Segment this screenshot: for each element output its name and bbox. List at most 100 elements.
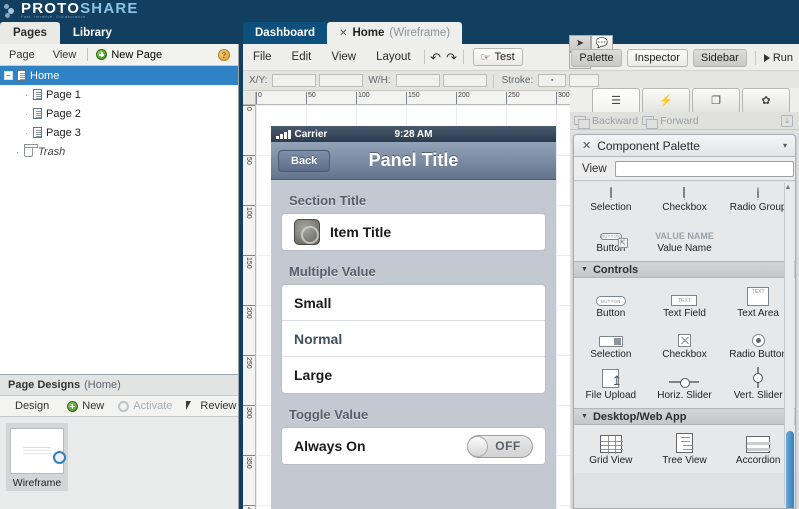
new-page-button[interactable]: New Page bbox=[90, 49, 168, 61]
tab-home-sub: (Wireframe) bbox=[389, 27, 451, 39]
inspector-button[interactable]: Inspector bbox=[626, 49, 688, 67]
menu-view[interactable]: View bbox=[321, 51, 366, 63]
stroke-extra-input[interactable] bbox=[569, 74, 600, 87]
new-design-button[interactable]: New bbox=[60, 400, 111, 412]
bullet-icon: · bbox=[25, 108, 28, 119]
expander-icon[interactable]: – bbox=[4, 71, 13, 80]
design-card-wireframe[interactable]: Wireframe bbox=[6, 423, 68, 491]
help-icon[interactable]: ? bbox=[218, 49, 230, 61]
tree-item-page-2[interactable]: · Page 2 bbox=[0, 104, 238, 123]
palette-item-label: File Upload bbox=[585, 390, 637, 401]
palette-item-file-upload[interactable]: File Upload bbox=[574, 364, 648, 403]
design-menu[interactable]: Design bbox=[8, 400, 56, 412]
ruler-h-tick: 100 bbox=[356, 92, 370, 104]
vertical-slider-icon bbox=[752, 366, 764, 388]
palette-item-button[interactable]: BUTTON Button bbox=[574, 282, 648, 321]
activate-design-button[interactable]: Activate bbox=[111, 400, 179, 412]
w-input[interactable] bbox=[395, 74, 440, 87]
dock-tab-layers-icon[interactable]: ❐ bbox=[692, 88, 740, 112]
palette-item-value-name[interactable]: VALUE NAME Value Name bbox=[648, 217, 722, 256]
hand-pointer-icon: ☞ bbox=[480, 51, 491, 64]
palette-item-checkbox[interactable]: ⇱ Checkbox bbox=[648, 182, 722, 215]
list-item[interactable]: Small bbox=[282, 285, 545, 321]
ruler-h-tick: 250 bbox=[506, 92, 520, 104]
ruler-v-tick: 250 bbox=[243, 355, 255, 369]
mobile-wireframe[interactable]: Carrier 9:28 AM Back Panel Title Section… bbox=[271, 126, 556, 509]
sidebar-button[interactable]: Sidebar bbox=[692, 49, 747, 67]
checkbox-icon bbox=[677, 325, 691, 347]
x-input[interactable] bbox=[272, 74, 317, 87]
list-item[interactable]: Always On OFF bbox=[282, 428, 545, 464]
y-input[interactable] bbox=[319, 74, 364, 87]
vertical-ruler: 0 50 100 150 200 250 300 350 400 bbox=[243, 105, 256, 509]
scroll-up-arrow-icon[interactable]: ▲ bbox=[783, 183, 793, 193]
palette-group-header-controls[interactable]: ▼ Controls bbox=[574, 261, 795, 278]
menu-file[interactable]: File bbox=[243, 51, 282, 63]
close-icon[interactable]: ✕ bbox=[339, 28, 347, 39]
editor-right-buttons: Palette Inspector Sidebar Run bbox=[571, 49, 793, 67]
tab-library[interactable]: Library bbox=[60, 22, 125, 44]
section-label-toggle-value: Toggle Value bbox=[289, 407, 369, 422]
selection-icon bbox=[598, 325, 623, 347]
backward-label[interactable]: Backward bbox=[592, 115, 638, 127]
document-icon bbox=[33, 89, 42, 100]
radio-button-icon bbox=[751, 325, 765, 347]
forward-icon bbox=[642, 116, 659, 129]
run-button[interactable]: Run bbox=[763, 52, 793, 64]
tree-view-icon bbox=[675, 431, 693, 453]
cell-group-3: Always On OFF bbox=[281, 427, 546, 465]
undo-icon[interactable]: ↶ bbox=[428, 50, 444, 65]
palette-button[interactable]: Palette bbox=[571, 49, 622, 67]
palette-item-selection[interactable]: ⇱ Selection bbox=[574, 182, 648, 215]
palette-scrollbar[interactable]: ▲ bbox=[783, 183, 794, 508]
chevron-down-icon[interactable]: ▾ bbox=[783, 141, 787, 150]
tree-item-label: Page 2 bbox=[46, 107, 81, 120]
tab-home-wireframe[interactable]: ✕ Home (Wireframe) bbox=[327, 22, 463, 44]
accordion-icon bbox=[746, 431, 772, 453]
tree-item-page-1[interactable]: · Page 1 bbox=[0, 85, 238, 104]
palette-item-horiz-slider[interactable]: Horiz. Slider bbox=[648, 364, 722, 403]
menu-view[interactable]: View bbox=[44, 44, 86, 66]
list-item[interactable]: Normal bbox=[282, 321, 545, 357]
dock-tab-settings-icon[interactable]: ✿ bbox=[742, 88, 790, 112]
palette-item-selection-control[interactable]: Selection bbox=[574, 323, 648, 362]
stroke-select[interactable]: ▪ bbox=[538, 74, 567, 87]
design-list: Wireframe bbox=[0, 417, 238, 491]
wireframe-body: Section Title Item Title Multiple Value bbox=[271, 180, 556, 465]
toggle-switch[interactable]: OFF bbox=[467, 434, 533, 458]
palette-item-label: Selection bbox=[590, 202, 632, 213]
dock-tab-list-icon[interactable]: ☰ bbox=[592, 88, 640, 112]
h-input[interactable] bbox=[442, 74, 487, 87]
list-item[interactable]: Item Title bbox=[282, 214, 545, 250]
menu-page[interactable]: Page bbox=[0, 44, 44, 66]
test-button[interactable]: ☞ Test bbox=[472, 48, 523, 66]
tab-dashboard[interactable]: Dashboard bbox=[243, 22, 328, 44]
palette-item-text-field[interactable]: TEXT Text Field bbox=[648, 282, 722, 321]
tree-item-page-3[interactable]: · Page 3 bbox=[0, 123, 238, 142]
protoshare-logo[interactable]: PROTOSHARE Fast. Iterative. Collaborativ… bbox=[4, 0, 139, 19]
logo-share: SHARE bbox=[80, 0, 139, 17]
palette-item-tree-view[interactable]: Tree View bbox=[648, 429, 722, 468]
dock-tab-lightning-icon[interactable]: ⚡ bbox=[642, 88, 690, 112]
tab-pages[interactable]: Pages bbox=[0, 22, 60, 44]
tree-item-trash[interactable]: · Trash bbox=[0, 142, 238, 161]
palette-item-checkbox-control[interactable]: Checkbox bbox=[648, 323, 722, 362]
forward-label[interactable]: Forward bbox=[660, 115, 699, 127]
ruler-h-tick: 50 bbox=[306, 92, 316, 104]
download-icon[interactable]: ⤓ bbox=[781, 114, 793, 127]
refresh-icon bbox=[118, 400, 130, 412]
menu-edit[interactable]: Edit bbox=[282, 51, 322, 63]
list-item[interactable]: Large bbox=[282, 357, 545, 393]
tree-item-home[interactable]: – Home bbox=[0, 66, 238, 85]
review-design-button[interactable]: Review bbox=[179, 400, 243, 412]
palette-item-button-top[interactable]: BUTTON ⇱ Button bbox=[574, 217, 648, 256]
value-name-icon: VALUE NAME bbox=[655, 219, 714, 241]
ruler-h-tick: 300 bbox=[556, 92, 570, 104]
palette-scroll-thumb[interactable] bbox=[786, 431, 794, 508]
palette-group-header-desktop-web-app[interactable]: ▼ Desktop/Web App bbox=[574, 408, 795, 425]
menu-layout[interactable]: Layout bbox=[366, 51, 421, 63]
redo-icon[interactable]: ↷ bbox=[444, 50, 460, 65]
palette-item-grid-view[interactable]: Grid View bbox=[574, 429, 648, 468]
close-icon[interactable]: ✕ bbox=[582, 139, 591, 152]
palette-search-input[interactable] bbox=[614, 160, 794, 177]
